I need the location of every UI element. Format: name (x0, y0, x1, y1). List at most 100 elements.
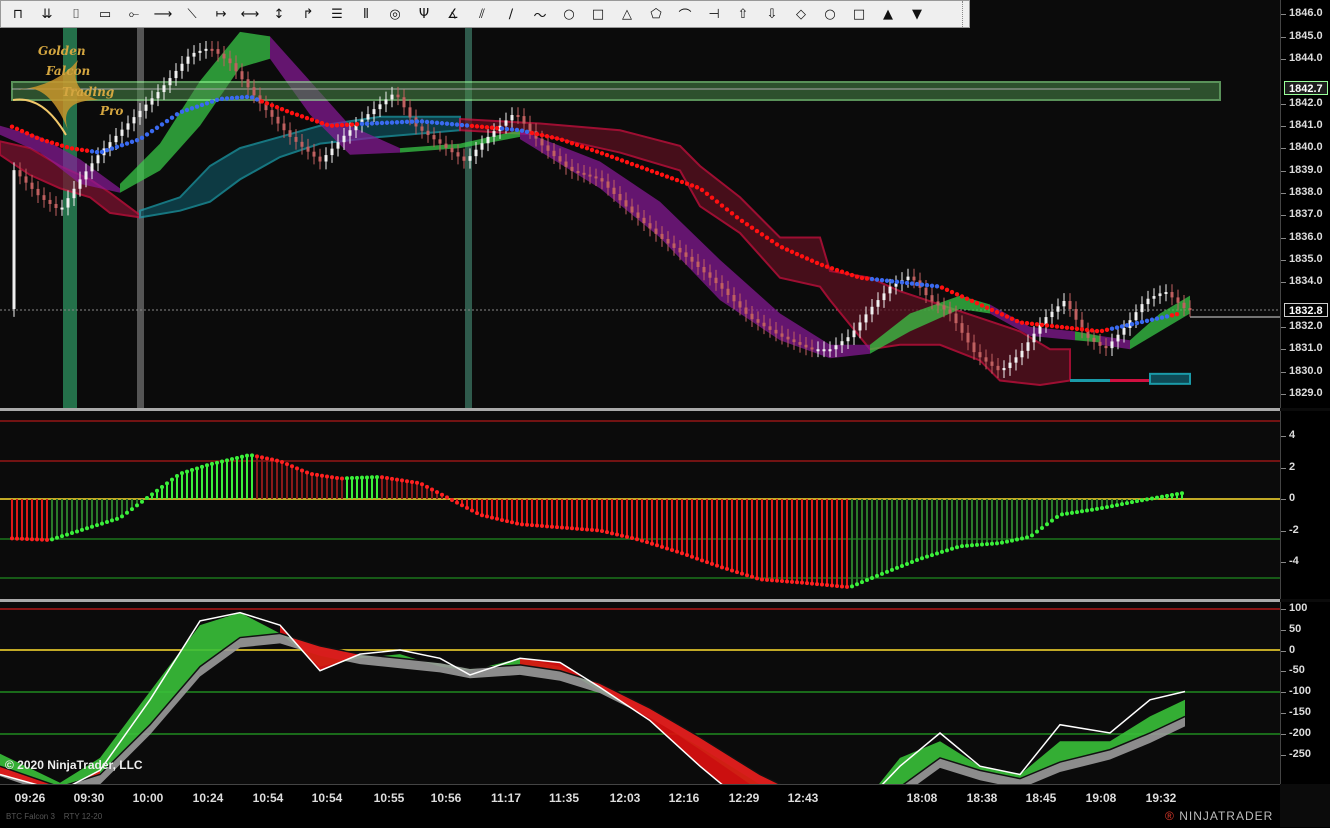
angle-line-tool-button[interactable]: ↱ (295, 3, 321, 25)
axis-label: 0 (1289, 643, 1296, 656)
ma-dot (489, 125, 495, 130)
candle-body (936, 301, 940, 306)
histogram-dot (1155, 495, 1159, 500)
time-label: 12:29 (728, 791, 760, 805)
candle-body (186, 56, 190, 64)
ma-dot (964, 296, 970, 301)
histogram-dot (565, 525, 569, 530)
polygon-tool-button[interactable]: ⬠ (643, 3, 669, 25)
axis-tick (1281, 327, 1286, 328)
histogram-dot (915, 558, 919, 563)
ma-dot (744, 222, 750, 227)
histogram-dot (75, 529, 79, 534)
histogram-dot (1100, 506, 1104, 511)
histogram-dot (45, 537, 49, 542)
price-axis[interactable]: 1846.0 1845.0 1844.0 1842.0 1841.0 1840.0 1839… (1280, 0, 1330, 408)
histogram-dot (815, 582, 819, 587)
histogram-dot (845, 584, 849, 589)
ray-down-icon: ⇊ (41, 6, 53, 22)
triangle-tool-button[interactable]: △ (614, 3, 640, 25)
candle-body (690, 256, 694, 262)
arc-tool-button[interactable]: 〜 (527, 3, 553, 25)
channel-tool-button[interactable]: ⫽ (469, 3, 495, 25)
arrow-down-tool-button[interactable]: ⇩ (759, 3, 785, 25)
histogram-dot (790, 579, 794, 584)
histogram-dot (1150, 496, 1154, 501)
axis-tick (1281, 238, 1286, 239)
ma-dot (494, 125, 500, 131)
diamond-tool-button[interactable]: ◇ (788, 3, 814, 25)
ma-dot (1054, 324, 1060, 329)
ma-dot (594, 149, 600, 154)
histogram-dot (1135, 499, 1139, 504)
pitchfork-tool-button[interactable]: Ψ (411, 3, 437, 25)
arrow-up-tool-button[interactable]: ⇧ (730, 3, 756, 25)
ma-dot (59, 143, 65, 148)
arc-icon: 〜 (533, 8, 547, 24)
square-tool-button[interactable]: □ (846, 3, 872, 25)
ma-dot (424, 119, 430, 125)
rectangle-icon: □ (591, 6, 605, 22)
momentum-histogram-panel[interactable] (0, 411, 1280, 599)
triangle-down-tool-button[interactable]: ▼ (904, 3, 930, 25)
ma-dot (279, 107, 285, 112)
panel-divider[interactable] (0, 408, 1280, 411)
price-panel[interactable] (0, 0, 1280, 408)
vertical-line-tool-button[interactable]: ↕ (266, 3, 292, 25)
gann-fan-tool-button[interactable]: ∡ (440, 3, 466, 25)
candle-body (924, 287, 928, 296)
histogram-dot (510, 520, 514, 525)
fib-time-tool-button[interactable]: ⦀ (353, 3, 379, 25)
ma-dot (814, 260, 820, 266)
arc-shape-tool-button[interactable]: ⌒ (672, 3, 698, 25)
ma-dot (1004, 314, 1010, 319)
fib-levels-tool-button[interactable]: ☰ (324, 3, 350, 25)
histogram-dot (895, 565, 899, 570)
extended-line-tool-button[interactable]: ⟷ (237, 3, 263, 25)
ma-dot (849, 272, 855, 278)
histogram-dot (850, 584, 854, 589)
oscillator-axis[interactable]: 4 2 0 -2 -4 (1280, 411, 1330, 599)
rectangle-tool-button[interactable]: □ (585, 3, 611, 25)
ray-down-tool-button[interactable]: ⇊ (34, 3, 60, 25)
wave-oscillator-panel[interactable] (0, 602, 1280, 784)
arrow-line-tool-button[interactable]: ⟶ (150, 3, 176, 25)
axis-tick (1281, 148, 1286, 149)
diagonal-line-tool-button[interactable]: ⟍ (179, 3, 205, 25)
time-axis[interactable]: 09:26 09:30 10:00 10:24 10:54 10:54 10:55 10:56… (0, 784, 1280, 828)
parallel-tool-button[interactable]: ∕ (498, 3, 524, 25)
toolbar-grip[interactable] (962, 1, 969, 27)
candle-body (30, 182, 34, 189)
segment-tool-button[interactable]: ↦ (208, 3, 234, 25)
histogram-dot (90, 524, 94, 529)
ma-dot (64, 145, 70, 150)
ma-dot (464, 123, 470, 128)
axis-label: -100 (1289, 685, 1312, 698)
fib-circle-tool-button[interactable]: ◎ (382, 3, 408, 25)
ruler-tool-button[interactable]: ⊓ (5, 3, 31, 25)
rectangle-dash-tool-button[interactable]: ▭ (92, 3, 118, 25)
region-tool-button[interactable]: ⊣ (701, 3, 727, 25)
ma-dot (474, 124, 480, 129)
candle-body (1056, 306, 1060, 312)
panel-divider[interactable] (0, 599, 1280, 602)
bracket-tool-button[interactable]: ⌷ (63, 3, 89, 25)
histogram-dot (10, 536, 14, 541)
line-dot-tool-button[interactable]: ⟜ (121, 3, 147, 25)
oscillator-axis[interactable]: 100 50 0 -50 -100 -150 -200 -250 (1280, 602, 1330, 784)
histogram-dot (930, 553, 934, 558)
candle-body (1098, 341, 1102, 346)
ma-dot (244, 94, 250, 100)
axis-label: 1829.0 (1289, 387, 1323, 399)
candle-body (996, 365, 1000, 371)
histogram-dot (65, 532, 69, 537)
axis-label: 1837.0 (1289, 208, 1323, 220)
ellipse-tool-button[interactable]: ○ (556, 3, 582, 25)
candle-body (12, 170, 16, 310)
dot-tool-button[interactable]: ○ (817, 3, 843, 25)
histogram-dot (140, 499, 144, 504)
triangle-up-tool-button[interactable]: ▲ (875, 3, 901, 25)
ma-dot (749, 225, 755, 230)
candle-body (564, 161, 568, 167)
histogram-dot (1080, 509, 1084, 514)
